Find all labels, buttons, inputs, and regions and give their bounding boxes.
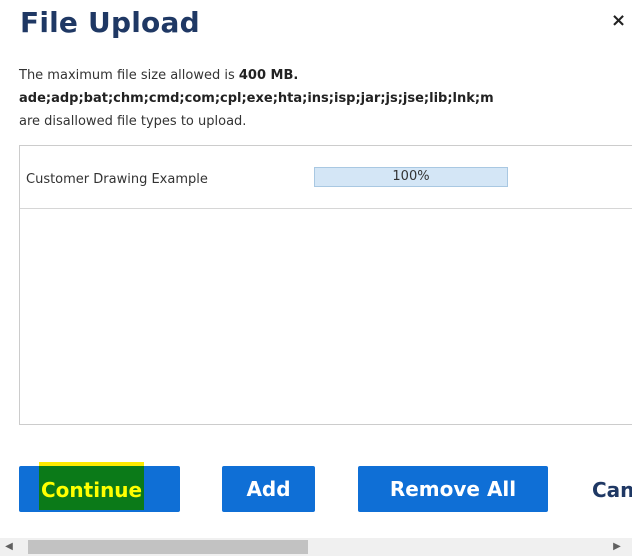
max-size-line: The maximum file size allowed is 400 MB. — [19, 64, 494, 87]
file-name: Customer Drawing Example — [26, 172, 208, 187]
horizontal-scrollbar[interactable]: ◀ ▶ — [0, 538, 632, 556]
max-size-prefix: The maximum file size allowed is — [19, 68, 239, 83]
continue-button[interactable]: Continue — [19, 462, 180, 512]
scroll-right-icon[interactable]: ▶ — [608, 538, 626, 556]
disallowed-suffix: are disallowed file types to upload. — [19, 114, 247, 129]
dialog-title: File Upload — [20, 6, 200, 39]
max-size-value: 400 MB. — [238, 68, 299, 83]
cancel-link[interactable]: Can — [592, 478, 632, 502]
file-list: Customer Drawing Example 100% — [19, 145, 632, 425]
remove-all-button[interactable]: Remove All — [358, 466, 548, 512]
add-button[interactable]: Add — [222, 466, 315, 512]
file-row: Customer Drawing Example 100% — [20, 146, 632, 209]
close-icon[interactable]: × — [611, 12, 626, 30]
upload-progress-bar: 100% — [314, 167, 508, 187]
file-upload-dialog: File Upload × The maximum file size allo… — [0, 0, 632, 556]
upload-info: The maximum file size allowed is 400 MB.… — [19, 64, 494, 133]
scroll-left-icon[interactable]: ◀ — [0, 538, 18, 556]
progress-text: 100% — [392, 169, 430, 184]
disallowed-types: ade;adp;bat;chm;cmd;com;cpl;exe;hta;ins;… — [19, 91, 494, 106]
scroll-thumb[interactable] — [28, 540, 308, 554]
continue-label: Continue — [39, 462, 145, 510]
